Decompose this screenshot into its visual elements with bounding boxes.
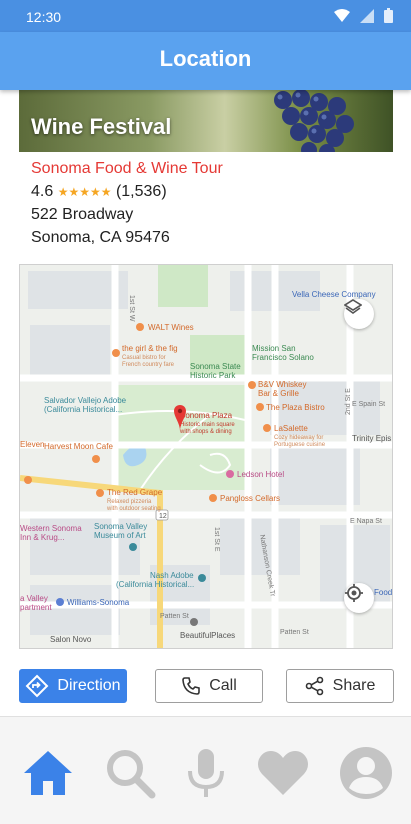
event-banner[interactable]: Wine Festival: [19, 90, 393, 152]
rating-value: 4.6: [31, 183, 54, 200]
nav-home[interactable]: [20, 745, 76, 801]
grapes-image: [274, 90, 354, 152]
poi-walt-wines[interactable]: WALT Wines: [148, 323, 194, 332]
map-street-2nd-e: 2nd St E: [345, 388, 352, 415]
status-bar: 12:30: [0, 0, 411, 32]
banner-title: Wine Festival: [31, 114, 172, 139]
poi-bv-2: Bar & Grille: [258, 389, 299, 398]
poi-museum-1[interactable]: Sonoma Valley: [94, 522, 147, 531]
place-name[interactable]: Sonoma Food & Wine Tour: [31, 160, 223, 178]
poi-vella[interactable]: Vella Cheese Company: [292, 290, 376, 299]
poi-state-park-2: Historic Park: [190, 371, 236, 380]
poi-valley-2: partment: [20, 603, 52, 612]
poi-state-park-1[interactable]: Sonoma State: [190, 362, 241, 371]
nav-favorites[interactable]: [255, 745, 311, 801]
directions-icon: [26, 674, 49, 698]
poi-girl-and-fig[interactable]: the girl & the fig: [122, 344, 178, 353]
bottom-navigation: [0, 716, 411, 824]
heart-icon: [258, 751, 308, 795]
call-label: Call: [209, 677, 237, 694]
poi-nash-2: (California Historical...: [116, 580, 194, 589]
poi-salvador-2: (California Historical...: [44, 405, 122, 414]
poi-lasalette-sub-1: Cozy hideaway for: [274, 435, 323, 441]
poi-lasalette[interactable]: LaSalette: [274, 424, 308, 433]
crosshair-icon: [345, 584, 363, 602]
poi-red-grape-sub-1: Relaxed pizzeria: [107, 499, 152, 505]
nav-voice[interactable]: [178, 745, 234, 801]
share-icon: [305, 676, 323, 696]
poi-sonoma-plaza[interactable]: Sonoma Plaza: [180, 411, 233, 420]
poi-pangloss[interactable]: Pangloss Cellars: [220, 494, 280, 503]
nav-profile[interactable]: [338, 745, 394, 801]
poi-plaza-sub-1: Historic main square: [180, 422, 235, 428]
poi-western-1[interactable]: Western Sonoma: [20, 524, 82, 533]
nav-search[interactable]: [102, 745, 158, 801]
address-line-2: Sonoma, CA 95476: [31, 229, 170, 246]
poi-mission-1[interactable]: Mission San: [252, 344, 296, 353]
poi-salvador-1[interactable]: Salvador Vallejo Adobe: [44, 396, 127, 405]
map-street-e-napa: E Napa St: [350, 518, 382, 525]
direction-button[interactable]: Direction: [19, 669, 127, 703]
map-street-1st-e: 1st St E: [213, 527, 220, 552]
map-street-patten-1: Patten St: [160, 613, 189, 620]
share-label: Share: [332, 677, 376, 694]
battery-icon: [384, 8, 393, 23]
place-info: Sonoma Food & Wine Tour 4.6 ★★★★★ (1,536…: [31, 160, 223, 247]
poi-trinity[interactable]: Trinity Epis: [352, 434, 391, 443]
poi-valley-1[interactable]: a Valley: [20, 594, 48, 603]
app-bar: Location: [0, 32, 411, 90]
direction-label: Direction: [57, 677, 121, 694]
poi-museum-2: Museum of Art: [94, 531, 146, 540]
home-icon: [24, 751, 72, 795]
poi-ledson-hotel[interactable]: Ledson Hotel: [237, 470, 284, 479]
layers-icon: [344, 299, 362, 314]
poi-red-grape[interactable]: The Red Grape: [107, 488, 163, 497]
poi-nash-1[interactable]: Nash Adobe: [150, 571, 194, 580]
poi-bv-1[interactable]: B&V Whiskey: [258, 380, 306, 389]
map-street-patten-2: Patten St: [280, 629, 309, 636]
map-street-e-spain: E Spain St: [352, 401, 385, 408]
poi-beautiful-places[interactable]: BeautifulPlaces: [180, 631, 235, 640]
signal-icon: [360, 8, 374, 23]
status-time: 12:30: [26, 9, 62, 25]
status-icons: [334, 8, 393, 23]
rating-row: 4.6 ★★★★★ (1,536): [31, 183, 223, 201]
poi-mission-2: Francisco Solano: [252, 353, 314, 362]
share-button[interactable]: Share: [286, 669, 394, 703]
page-title: Location: [159, 46, 252, 71]
phone-icon: [182, 677, 201, 695]
map-layers-button[interactable]: [344, 299, 374, 329]
map-street-1st-w: 1st St W: [128, 295, 135, 322]
poi-food[interactable]: Food: [374, 588, 392, 597]
my-location-button[interactable]: [344, 583, 374, 613]
poi-fig-sub-2: French country fare: [122, 362, 175, 368]
call-button[interactable]: Call: [155, 669, 263, 703]
poi-eleven[interactable]: Eleven: [20, 440, 44, 449]
map-view[interactable]: 1st St W 1st St E 2nd St E Nathanson Cre…: [19, 264, 393, 649]
poi-fig-sub-1: Casual bistro for: [122, 355, 166, 361]
poi-plaza-sub-2: with shops & dining: [179, 429, 232, 435]
rating-stars: ★★★★★: [57, 185, 112, 199]
poi-western-2: Inn & Krug...: [20, 533, 64, 542]
poi-lasalette-sub-2: Portuguese cuisine: [274, 442, 326, 448]
poi-red-grape-sub-2: with outdoor seating: [106, 506, 161, 512]
poi-williams-sonoma[interactable]: Williams-Sonoma: [67, 598, 130, 607]
poi-harvest-moon[interactable]: Harvest Moon Cafe: [44, 442, 113, 451]
mic-icon: [188, 749, 224, 797]
review-count: (1,536): [115, 183, 167, 200]
poi-salon-novo[interactable]: Salon Novo: [50, 635, 92, 644]
poi-plaza-bistro[interactable]: The Plaza Bistro: [266, 403, 325, 412]
action-buttons: Direction Call Share: [0, 668, 411, 706]
route-shield: 12: [159, 513, 167, 520]
profile-icon: [340, 747, 392, 799]
map-canvas[interactable]: 1st St W 1st St E 2nd St E Nathanson Cre…: [20, 265, 392, 648]
wifi-icon: [334, 8, 350, 22]
address-line-1: 522 Broadway: [31, 206, 134, 223]
search-icon: [107, 750, 156, 799]
